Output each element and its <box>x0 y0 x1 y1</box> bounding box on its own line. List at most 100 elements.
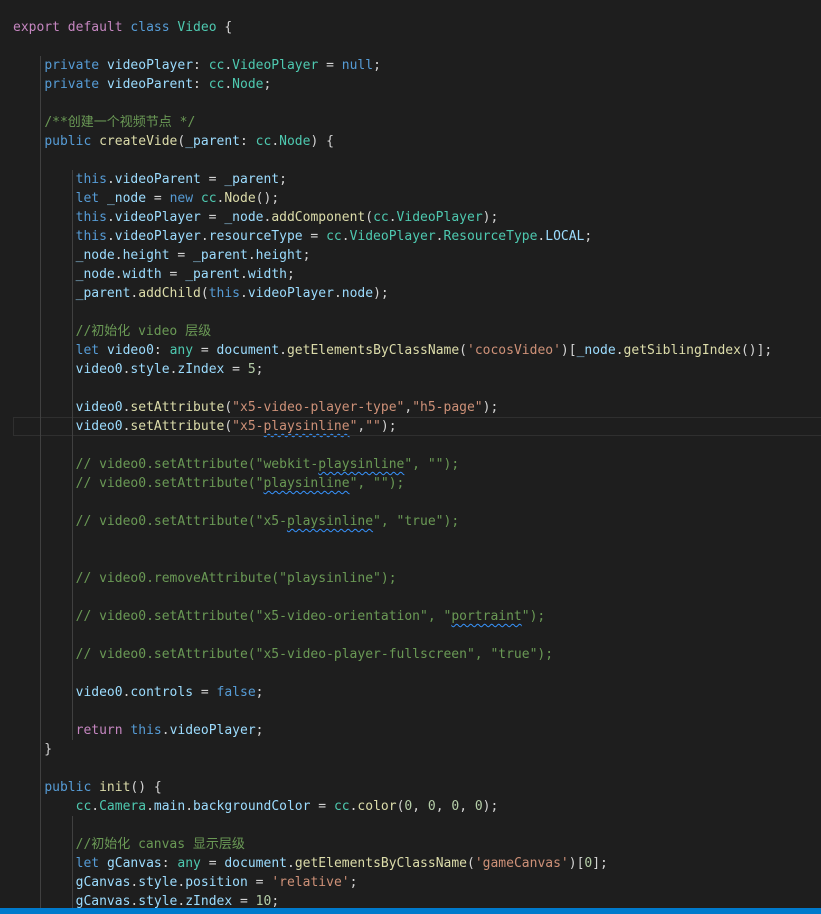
code-line[interactable] <box>13 531 821 550</box>
punctuation-token: . <box>106 229 115 244</box>
code-line[interactable]: this.videoPlayer.resourceType = cc.Video… <box>13 227 821 246</box>
code-line[interactable] <box>13 702 821 721</box>
variable-token: video0 <box>75 419 123 434</box>
code-line[interactable]: // video0.setAttribute("webkit-playsinli… <box>13 455 821 474</box>
punctuation-token <box>13 875 76 890</box>
code-line[interactable]: this.videoPlayer = _node.addComponent(cc… <box>13 208 821 227</box>
punctuation-token: ) { <box>310 134 334 149</box>
code-line[interactable]: video0.style.zIndex = 5; <box>13 360 821 379</box>
code-line[interactable] <box>13 436 821 455</box>
code-line[interactable]: private videoPlayer: cc.VideoPlayer = nu… <box>13 56 821 75</box>
code-line[interactable]: /**创建一个视频节点 */ <box>13 113 821 132</box>
type-token: cc <box>255 134 272 149</box>
code-line[interactable] <box>13 550 821 569</box>
code-line[interactable]: // video0.setAttribute("x5-video-orienta… <box>13 607 821 626</box>
punctuation-token: : <box>193 58 209 73</box>
code-line[interactable]: // video0.setAttribute("x5-video-player-… <box>13 645 821 664</box>
code-line[interactable] <box>13 664 821 683</box>
code-line[interactable]: public init() { <box>13 778 821 797</box>
code-line[interactable]: _node.height = _parent.height; <box>13 246 821 265</box>
code-line[interactable]: //初始化 video 层级 <box>13 322 821 341</box>
punctuation-token: . <box>341 229 350 244</box>
keyword-token: return <box>75 723 123 738</box>
code-line[interactable]: video0.setAttribute("x5-playsinline","")… <box>13 417 821 436</box>
code-line[interactable]: return this.videoPlayer; <box>13 721 821 740</box>
punctuation-token <box>13 476 76 491</box>
punctuation-token: , <box>404 400 413 415</box>
punctuation-token <box>13 837 76 852</box>
code-editor[interactable]: export default class Video { private vid… <box>0 0 821 908</box>
type-token: VideoPlayer <box>396 210 483 225</box>
code-line[interactable]: //初始化 canvas 显示层级 <box>13 835 821 854</box>
code-line[interactable]: gCanvas.style.zIndex = 10; <box>13 892 821 908</box>
code-line[interactable] <box>13 493 821 512</box>
punctuation-token <box>13 457 76 472</box>
code-line[interactable] <box>13 816 821 835</box>
code-line[interactable]: // video0.setAttribute("x5-playsinline",… <box>13 512 821 531</box>
function-token: init <box>99 780 131 795</box>
code-line[interactable]: video0.setAttribute("x5-video-player-typ… <box>13 398 821 417</box>
variable-token: node <box>341 286 374 301</box>
string-token: "" <box>365 419 381 434</box>
punctuation-token: ( <box>224 419 233 434</box>
punctuation-token: . <box>161 723 170 738</box>
punctuation-token: . <box>106 172 115 187</box>
code-line[interactable] <box>13 759 821 778</box>
variable-token: video0 <box>75 400 123 415</box>
code-line[interactable]: } <box>13 740 821 759</box>
code-line[interactable]: cc.Camera.main.backgroundColor = cc.colo… <box>13 797 821 816</box>
punctuation-token: . <box>114 267 123 282</box>
code-line[interactable]: let video0: any = document.getElementsBy… <box>13 341 821 360</box>
comment-token: // video0.removeAttribute("playsinline")… <box>75 571 397 586</box>
variable-token: gCanvas <box>75 894 131 908</box>
punctuation-token: . <box>435 229 444 244</box>
code-line[interactable]: let _node = new cc.Node(); <box>13 189 821 208</box>
punctuation-token: (); <box>255 191 280 206</box>
punctuation-token: . <box>224 77 233 92</box>
code-line[interactable]: // video0.setAttribute("playsinline", ""… <box>13 474 821 493</box>
comment-token: // video0.setAttribute("x5-video-player-… <box>75 647 554 662</box>
punctuation-token: ); <box>380 419 397 434</box>
punctuation-token: = <box>200 856 225 871</box>
code-line[interactable]: let gCanvas: any = document.getElementsB… <box>13 854 821 873</box>
variable-token: videoParent <box>114 172 201 187</box>
code-line[interactable] <box>13 588 821 607</box>
variable-token: gCanvas <box>75 875 131 890</box>
code-line[interactable] <box>13 151 821 170</box>
code-line[interactable]: _parent.addChild(this.videoPlayer.node); <box>13 284 821 303</box>
punctuation-token: = <box>169 248 194 263</box>
code-line[interactable]: public createVide(_parent: cc.Node) { <box>13 132 821 151</box>
punctuation-token <box>13 191 76 206</box>
punctuation-token: . <box>91 799 100 814</box>
code-line[interactable] <box>13 626 821 645</box>
comment-token: // video0.setAttribute("x5-video-orienta… <box>75 609 452 624</box>
punctuation-token: ; <box>255 723 264 738</box>
punctuation-token <box>13 248 76 263</box>
code-line[interactable]: // video0.removeAttribute("playsinline")… <box>13 569 821 588</box>
function-token: getElementsByClassName <box>286 343 460 358</box>
code-line[interactable]: gCanvas.style.position = 'relative'; <box>13 873 821 892</box>
punctuation-token: ; <box>349 875 358 890</box>
code-line[interactable] <box>13 94 821 113</box>
comment-token: "); <box>521 609 546 624</box>
type-token: cc <box>333 799 350 814</box>
type-token: cc <box>208 58 225 73</box>
code-line[interactable]: _node.width = _parent.width; <box>13 265 821 284</box>
variable-token: height <box>255 248 303 263</box>
function-token: addChild <box>138 286 201 301</box>
code-line[interactable] <box>13 303 821 322</box>
variable-token: video0 <box>106 343 154 358</box>
code-line[interactable] <box>13 379 821 398</box>
code-line[interactable] <box>13 37 821 56</box>
code-line[interactable]: this.videoParent = _parent; <box>13 170 821 189</box>
punctuation-token: ; <box>373 58 381 73</box>
punctuation-token <box>13 229 76 244</box>
code-line[interactable]: video0.controls = false; <box>13 683 821 702</box>
number-token: 0 <box>427 799 436 814</box>
punctuation-token <box>13 343 76 358</box>
code-line[interactable]: export default class Video { <box>13 18 821 37</box>
code-line[interactable]: private videoParent: cc.Node; <box>13 75 821 94</box>
variable-token: video0 <box>75 362 123 377</box>
code-area[interactable]: export default class Video { private vid… <box>13 18 821 908</box>
punctuation-token: ; <box>255 362 264 377</box>
